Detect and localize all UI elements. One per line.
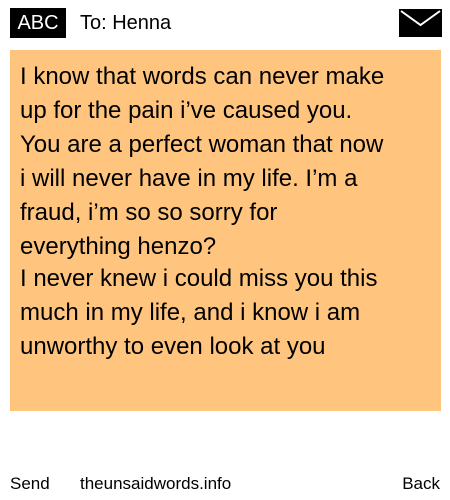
message-paragraph-2: I never knew i could miss you this much …: [20, 265, 378, 360]
abc-badge: ABC: [10, 8, 66, 38]
send-button[interactable]: Send: [10, 472, 50, 496]
site-link[interactable]: theunsaidwords.info: [80, 472, 231, 496]
envelope-icon[interactable]: [399, 9, 442, 37]
header-bar: ABC To: Henna: [0, 0, 450, 50]
back-button[interactable]: Back: [402, 472, 440, 496]
message-paragraph-1: I know that words can never make up for …: [20, 63, 385, 260]
recipient-label: To: Henna: [80, 12, 172, 34]
message-card: I know that words can never make up for …: [10, 50, 441, 411]
